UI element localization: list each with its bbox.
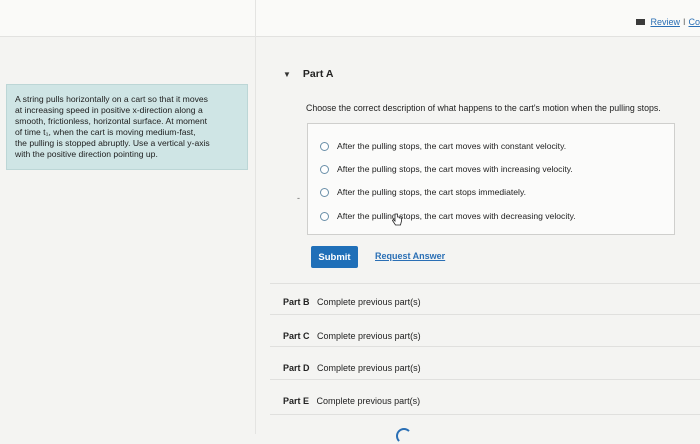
part-e-status: Complete previous part(s): [316, 396, 421, 406]
part-c-row[interactable]: Part C Complete previous part(s): [283, 331, 421, 341]
part-e-label: Part E: [283, 396, 310, 406]
option-stops-immediately[interactable]: After the pulling stops, the cart stops …: [320, 187, 526, 197]
divider: [270, 314, 700, 315]
option-label: After the pulling stops, the cart moves …: [337, 211, 576, 221]
review-link[interactable]: Review: [650, 17, 680, 27]
part-d-row[interactable]: Part D Complete previous part(s): [283, 363, 421, 373]
request-answer-link[interactable]: Request Answer: [375, 251, 445, 261]
submit-button[interactable]: Submit: [311, 246, 358, 268]
option-label: After the pulling stops, the cart stops …: [337, 187, 526, 197]
problem-line: smooth, frictionless, horizontal surface…: [15, 116, 208, 126]
selection-marker: -: [297, 193, 300, 203]
top-links: Review I Co: [636, 17, 700, 27]
divider: [270, 379, 700, 380]
radio-button[interactable]: [320, 141, 329, 151]
option-constant-velocity[interactable]: After the pulling stops, the cart moves …: [320, 141, 566, 151]
part-b-status: Complete previous part(s): [317, 297, 421, 307]
part-a-title: Part A: [302, 68, 334, 80]
divider: [270, 346, 700, 347]
column-divider: [255, 0, 256, 434]
problem-line: with the positive direction pointing up.: [15, 149, 158, 159]
option-decreasing-velocity[interactable]: After the pulling stops, the cart moves …: [320, 211, 576, 221]
question-text: Choose the correct description of what h…: [306, 103, 661, 113]
radio-button[interactable]: [320, 211, 329, 221]
option-increasing-velocity[interactable]: After the pulling stops, the cart moves …: [320, 164, 573, 174]
spinner-icon: [396, 428, 412, 444]
part-e-row[interactable]: Part E Complete previous part(s): [283, 396, 420, 406]
part-b-row[interactable]: Part B Complete previous part(s): [283, 297, 421, 307]
radio-button[interactable]: [320, 187, 329, 197]
top-bar: Review I Co: [0, 0, 700, 37]
constants-link[interactable]: Co: [688, 17, 700, 27]
part-d-label: Part D: [283, 363, 310, 373]
radio-button[interactable]: [320, 164, 329, 174]
problem-line: A string pulls horizontally on a cart so…: [15, 94, 208, 104]
problem-line: the pulling is stopped abruptly. Use a v…: [15, 138, 210, 148]
divider: [270, 414, 700, 415]
separator: I: [682, 17, 686, 27]
option-label: After the pulling stops, the cart moves …: [337, 141, 567, 151]
grid-icon: [636, 19, 646, 25]
part-d-status: Complete previous part(s): [317, 363, 421, 373]
problem-line: of time t₁, when the cart is moving medi…: [15, 127, 196, 137]
problem-statement: A string pulls horizontally on a cart so…: [6, 84, 248, 170]
part-a-header[interactable]: ▼ Part A: [283, 68, 333, 80]
part-b-label: Part B: [283, 297, 310, 307]
caret-down-icon[interactable]: ▼: [283, 70, 291, 79]
divider: [270, 283, 700, 284]
problem-line: at increasing speed in positive x-direct…: [15, 105, 203, 115]
answer-options: After the pulling stops, the cart moves …: [307, 123, 675, 235]
part-c-label: Part C: [283, 331, 310, 341]
part-c-status: Complete previous part(s): [317, 331, 421, 341]
hand-cursor-icon: [392, 213, 402, 226]
option-label: After the pulling stops, the cart moves …: [337, 164, 573, 174]
